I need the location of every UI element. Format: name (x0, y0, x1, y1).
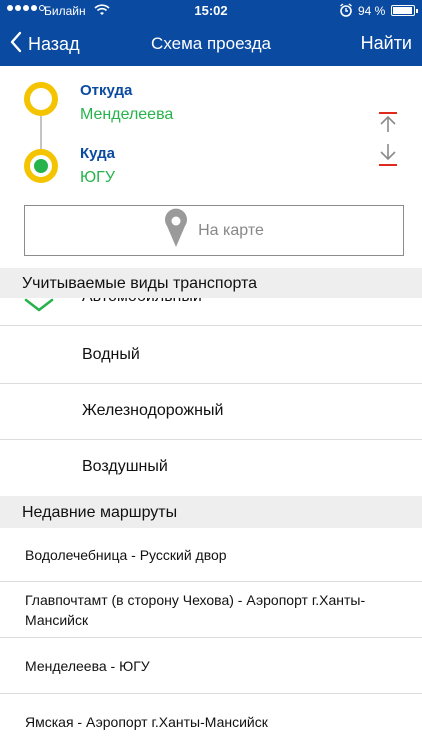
transport-item-label: Железнодорожный (82, 402, 224, 419)
show-on-map-button[interactable]: На карте (24, 205, 404, 256)
transport-item-label: Автомобильный (82, 298, 202, 306)
route-picker: Откуда Менделеева Куда ЮГУ На карте (0, 66, 422, 268)
recent-route-item[interactable]: Главпочтамт (в сторону Чехова) - Аэропор… (0, 582, 422, 638)
transport-item-label: Воздушный (82, 458, 168, 475)
swap-bottom-bar (379, 164, 397, 166)
transport-item-auto[interactable]: Автомобильный (0, 298, 422, 326)
origin-marker-icon (24, 82, 58, 116)
recent-route-item[interactable]: Ямская - Аэропорт г.Ханты-Мансийск (0, 694, 422, 750)
origin-label: Откуда (80, 82, 133, 99)
destination-field[interactable]: ЮГУ (80, 169, 115, 187)
transport-section-header: Учитываемые виды транспорта (0, 268, 422, 298)
recent-routes-header: Недавние маршруты (0, 496, 422, 528)
page-title: Схема проезда (151, 34, 271, 53)
find-button[interactable]: Найти (361, 33, 412, 54)
map-pin-icon (164, 208, 188, 253)
transport-list: Автомобильный Водный Железнодорожный Воз… (0, 298, 422, 496)
recent-route-item[interactable]: Водолечебница - Русский двор (0, 528, 422, 582)
transport-item-water[interactable]: Водный (0, 328, 422, 384)
screen: Билайн 15:02 94 % Назад Схема проезда На… (0, 0, 422, 750)
recent-route-label: Главпочтамт (в сторону Чехова) - Аэропор… (25, 592, 366, 628)
route-connector-line (40, 116, 42, 149)
checkmark-icon (24, 298, 54, 317)
recent-route-label: Водолечебница - Русский двор (25, 547, 227, 563)
status-bar: Билайн 15:02 94 % (0, 0, 422, 22)
recent-route-label: Менделеева - ЮГУ (25, 658, 150, 674)
show-on-map-label: На карте (198, 221, 264, 239)
battery-icon (391, 5, 418, 16)
origin-field[interactable]: Менделеева (80, 106, 173, 124)
battery-percent: 94 % (358, 4, 386, 18)
destination-label: Куда (80, 145, 115, 162)
swap-top-bar (379, 112, 397, 114)
swap-route-button[interactable] (375, 112, 401, 168)
arrow-up-icon (378, 115, 398, 138)
transport-item-rail[interactable]: Железнодорожный (0, 384, 422, 440)
recent-route-label: Ямская - Аэропорт г.Ханты-Мансийск (25, 714, 268, 730)
arrow-down-icon (378, 143, 398, 166)
destination-marker-icon (24, 149, 58, 183)
alarm-icon (339, 3, 353, 20)
transport-item-label: Водный (82, 346, 140, 363)
transport-item-air[interactable]: Воздушный (0, 440, 422, 496)
recent-route-item[interactable]: Менделеева - ЮГУ (0, 638, 422, 694)
header: Билайн 15:02 94 % Назад Схема проезда На… (0, 0, 422, 66)
